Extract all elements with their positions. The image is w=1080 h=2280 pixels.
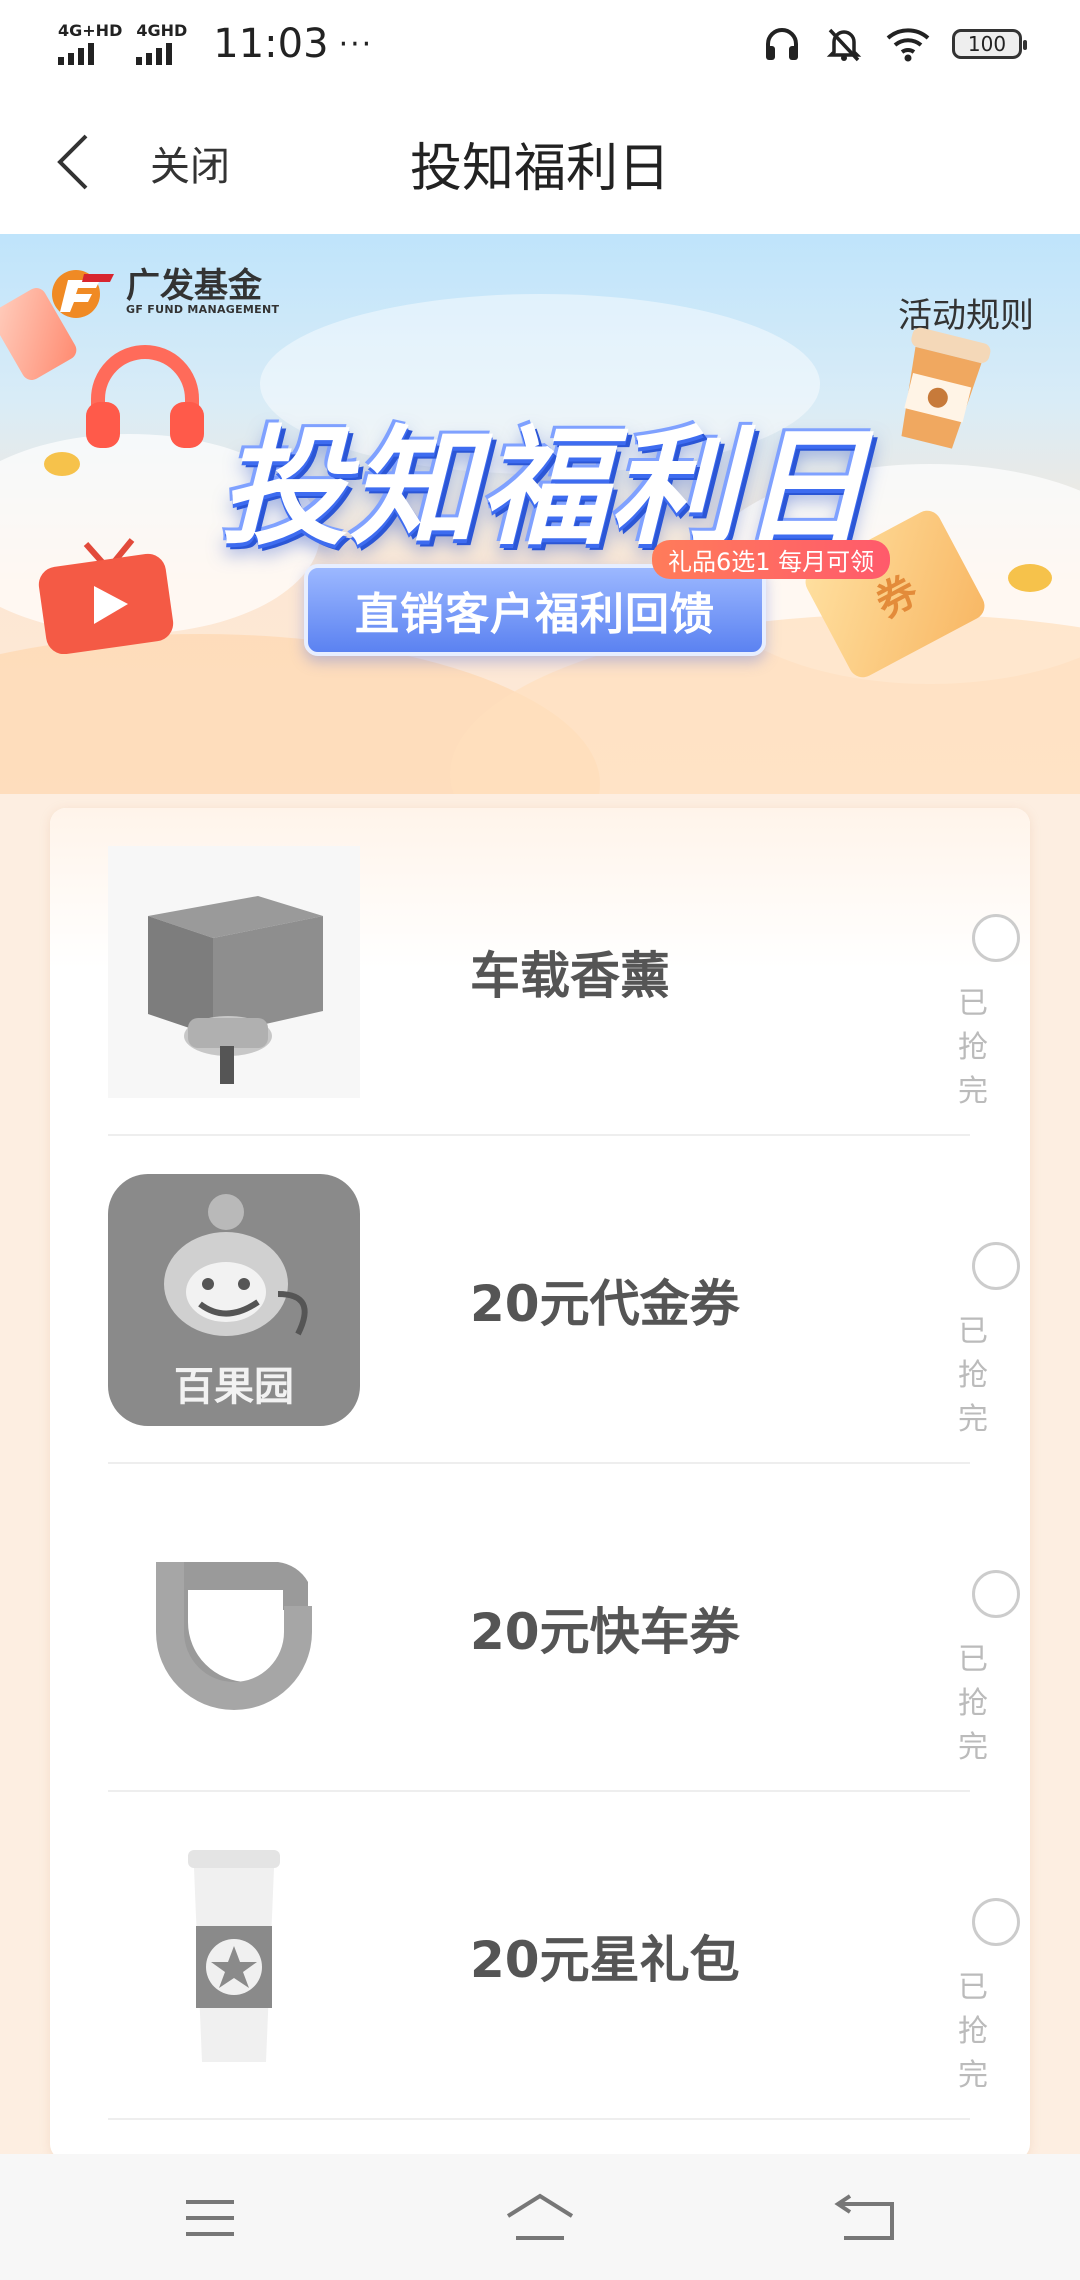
- gift-radio[interactable]: [972, 914, 1020, 962]
- gift-name: 车载香薰: [470, 947, 670, 1005]
- sold-out-label: 已抢完: [958, 986, 988, 1109]
- back-nav-button[interactable]: [830, 2190, 906, 2246]
- gf-logo-icon: [52, 270, 114, 318]
- headphones-decoration-icon: [86, 345, 204, 448]
- menu-button[interactable]: [172, 2190, 248, 2246]
- gift-radio[interactable]: [972, 1242, 1020, 1290]
- coffee-cup-image: [108, 1830, 360, 2082]
- page-title: 投知福利日: [409, 139, 670, 199]
- pagoda-logo-text: 百果园: [174, 1364, 294, 1410]
- more-notifications-icon: ···: [338, 26, 374, 62]
- gift-item-pagoda-voucher[interactable]: 百果园 20元代金券 已抢完: [108, 1136, 1020, 1464]
- gift-radio[interactable]: [972, 1570, 1020, 1618]
- hero-banner: 广发基金 GF FUND MANAGEMENT 活动规则 券 投知福利日 直销客…: [0, 234, 1080, 794]
- mute-bell-icon: [826, 28, 862, 62]
- sim2-label: 4GHD: [136, 21, 188, 40]
- clock: 11:03: [213, 21, 329, 67]
- nav-bar: 关闭 投知福利日: [0, 88, 1080, 234]
- sold-out-label: 已抢完: [958, 1970, 988, 2093]
- headphones-icon: [766, 28, 798, 60]
- home-button[interactable]: [502, 2190, 578, 2246]
- gift-name: 20元快车券: [470, 1603, 740, 1661]
- system-navigation-bar: [0, 2154, 1080, 2280]
- home-icon: [506, 2193, 574, 2240]
- didi-logo-icon: [156, 1562, 312, 1710]
- coin-decoration: [1008, 564, 1052, 592]
- starbucks-cup-icon: [188, 1850, 280, 2062]
- menu-icon: [186, 2200, 234, 2236]
- gift-item-didi-coupon[interactable]: 20元快车券 已抢完: [108, 1464, 1020, 1792]
- coffee-cup-decoration-icon: [901, 327, 991, 449]
- sold-out-label: 已抢完: [958, 1642, 988, 1765]
- gift-badge: 礼品6选1 每月可领: [652, 540, 891, 579]
- tv-decoration-icon: [38, 538, 174, 654]
- battery-level: 100: [967, 32, 1007, 56]
- status-bar: 4G+HD 4GHD 11:03 ··· 100: [0, 0, 1080, 88]
- brand-name: 广发基金: [126, 265, 262, 306]
- wifi-icon: [886, 28, 930, 62]
- brand-name-en: GF FUND MANAGEMENT: [126, 302, 280, 316]
- signal-sim1-icon: 4G+HD: [58, 23, 122, 65]
- battery-icon: 100: [952, 29, 1027, 59]
- pagoda-logo-image: 百果园: [108, 1174, 360, 1426]
- gift-radio[interactable]: [972, 1898, 1020, 1946]
- gift-box-icon: [148, 896, 323, 1084]
- sold-out-label: 已抢完: [958, 1314, 988, 1437]
- didi-logo-image: [108, 1502, 360, 1754]
- back-icon: [834, 2194, 894, 2240]
- coin-decoration: [44, 452, 80, 476]
- gift-item-car-aroma[interactable]: 车载香薰 已抢完: [108, 808, 1020, 1136]
- car-aroma-image: [108, 846, 360, 1098]
- gift-item-starbucks-pack[interactable]: 20元星礼包 已抢完: [108, 1792, 1020, 2120]
- sim1-label: 4G+HD: [58, 21, 123, 40]
- gift-name: 20元星礼包: [470, 1931, 740, 1989]
- gift-list-card: 车载香薰 已抢完 百果园 20元代金券 已抢完 20元快车券 已抢完 20元星礼…: [50, 808, 1030, 2160]
- signal-sim2-icon: 4GHD: [136, 23, 187, 65]
- gf-fund-logo: 广发基金 GF FUND MANAGEMENT: [50, 264, 279, 320]
- gift-name: 20元代金券: [470, 1275, 740, 1333]
